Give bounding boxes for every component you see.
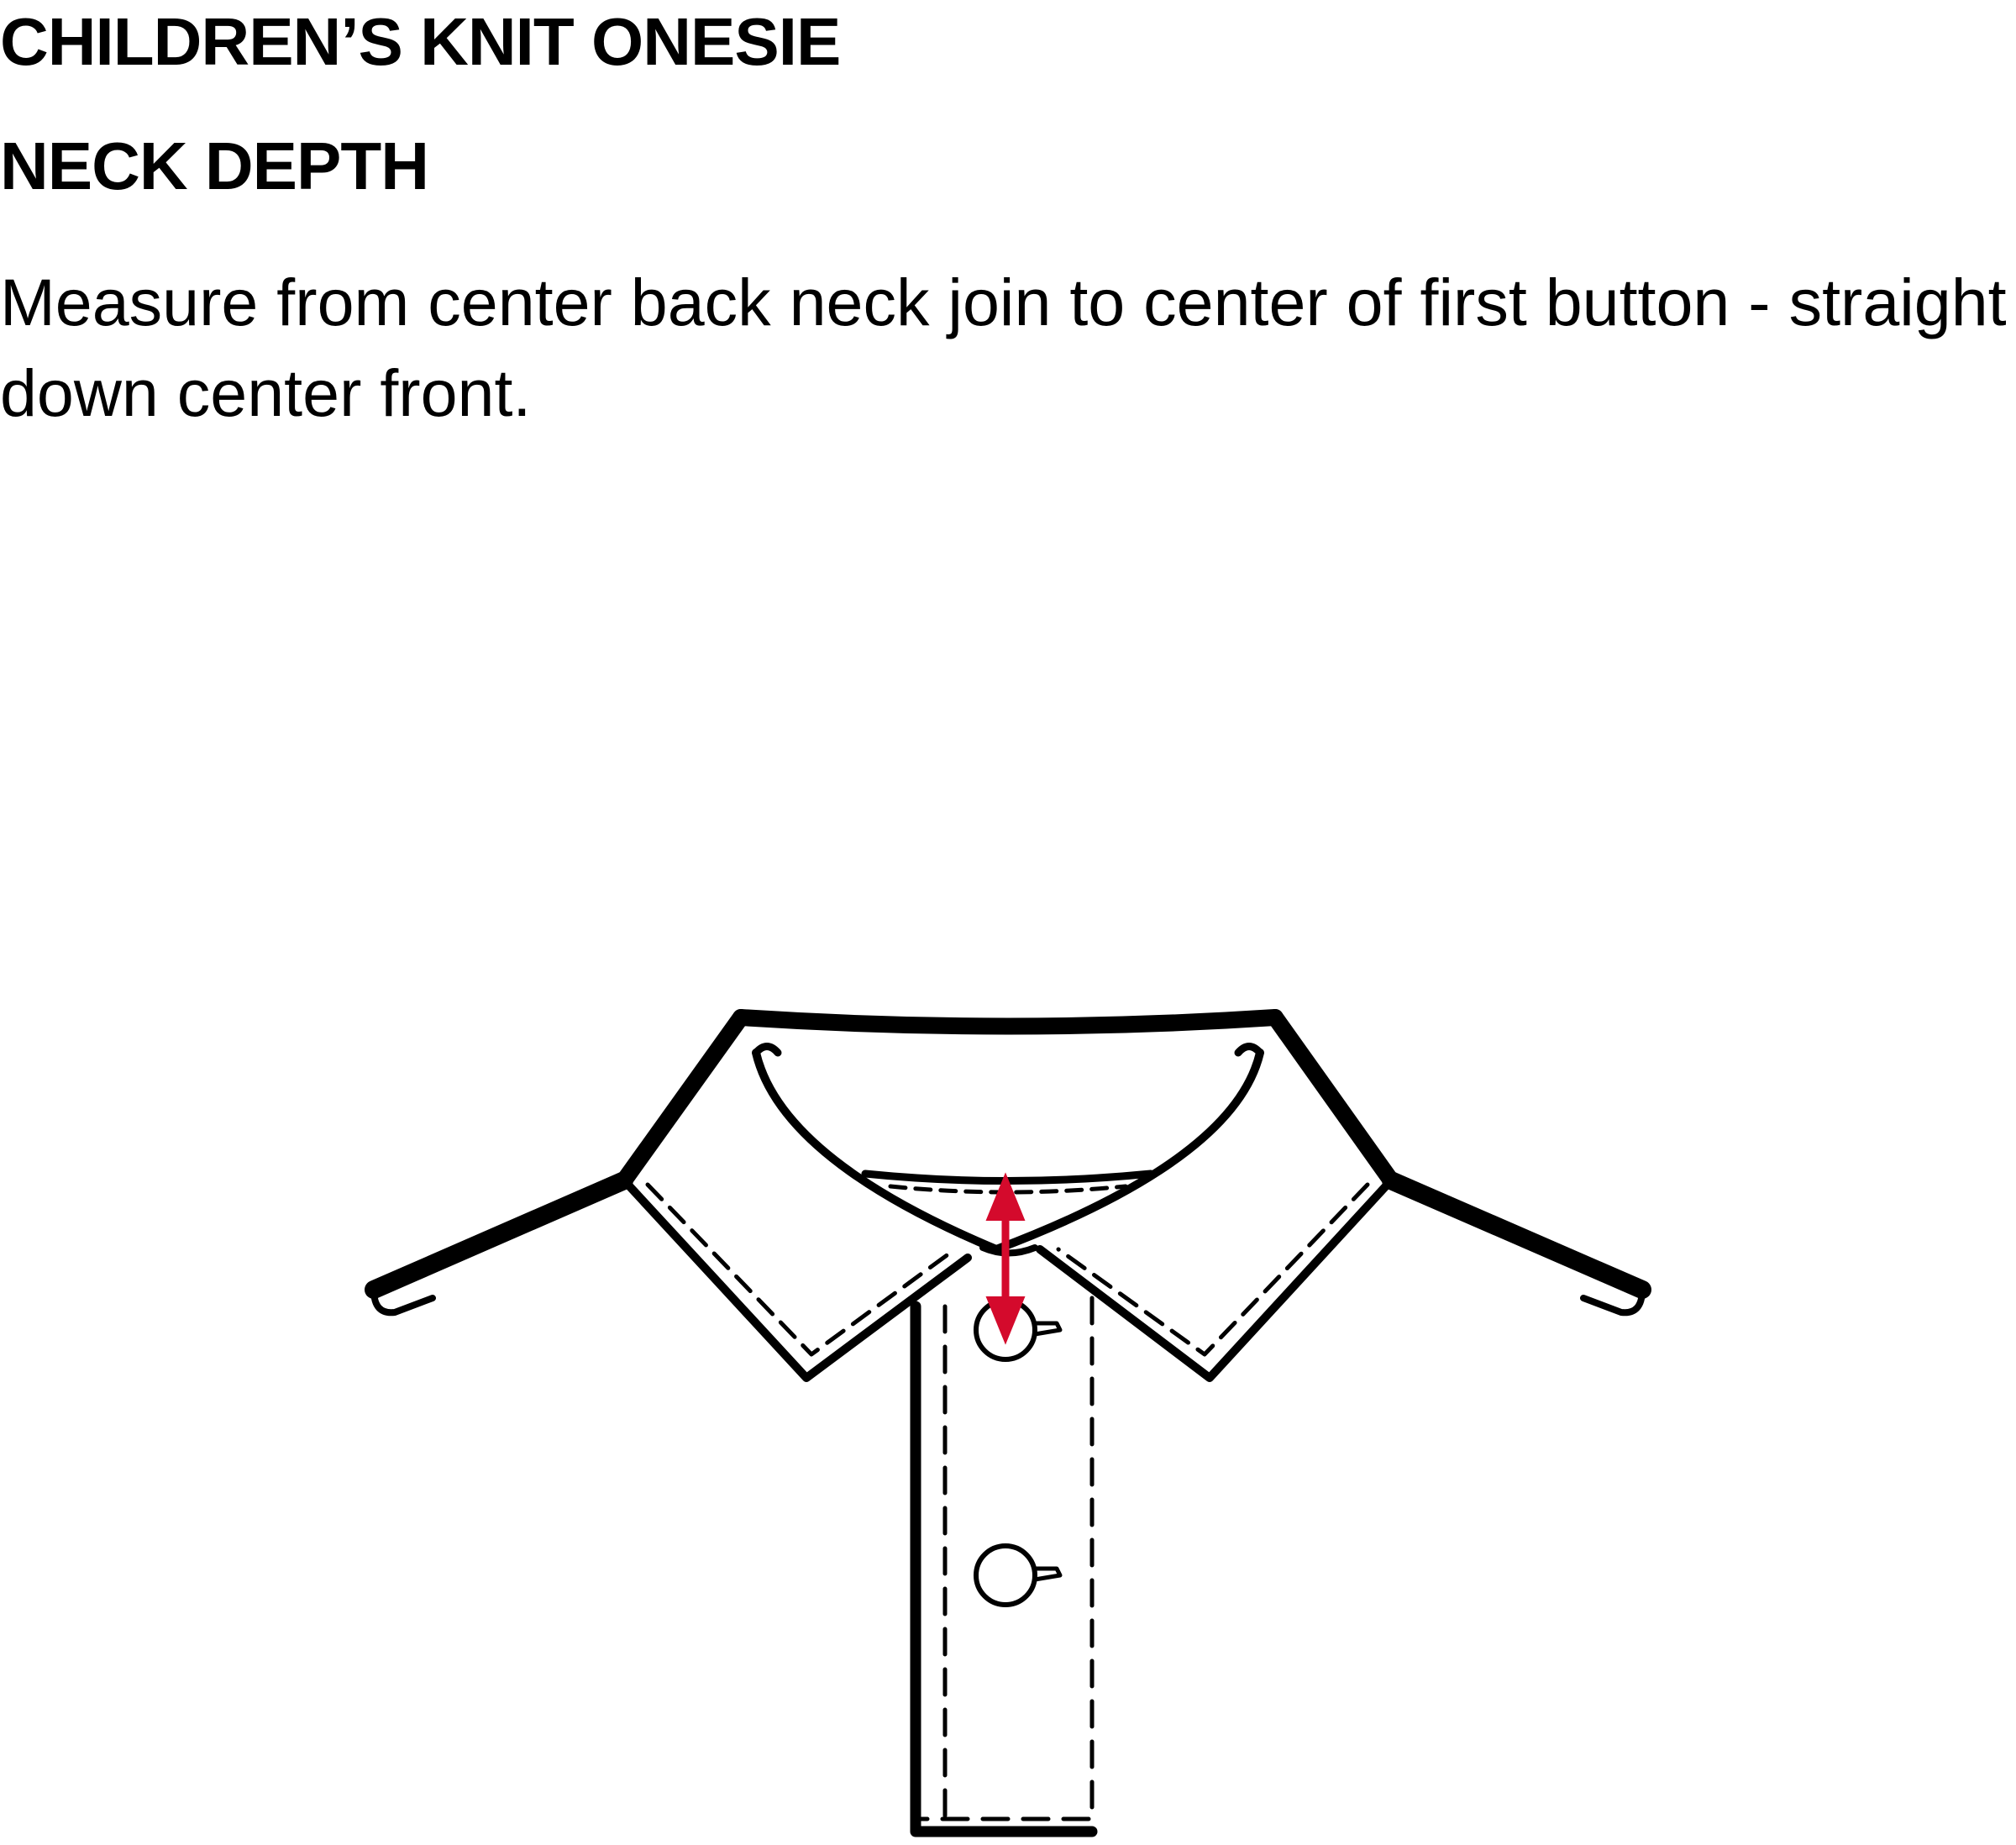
left-shoulder-line <box>365 1171 633 1299</box>
second-button-thread <box>1032 1566 1063 1582</box>
first-button-thread <box>1032 1321 1063 1337</box>
second-button <box>974 1543 1037 1607</box>
collar-left-outer-edge <box>616 1009 749 1189</box>
right-collar-point-stitch <box>1056 1182 1370 1357</box>
collar-diagram <box>365 1009 1651 1837</box>
collar-top-edge <box>732 1009 1284 1035</box>
inner-neck-right-hook <box>1234 1043 1264 1057</box>
inner-neck-left-hook <box>752 1043 782 1057</box>
collar-right-outer-edge <box>1267 1009 1399 1189</box>
left-collar-point-stitch <box>645 1182 952 1357</box>
buttons <box>974 1298 1063 1607</box>
right-shoulder-line <box>1382 1171 1651 1299</box>
